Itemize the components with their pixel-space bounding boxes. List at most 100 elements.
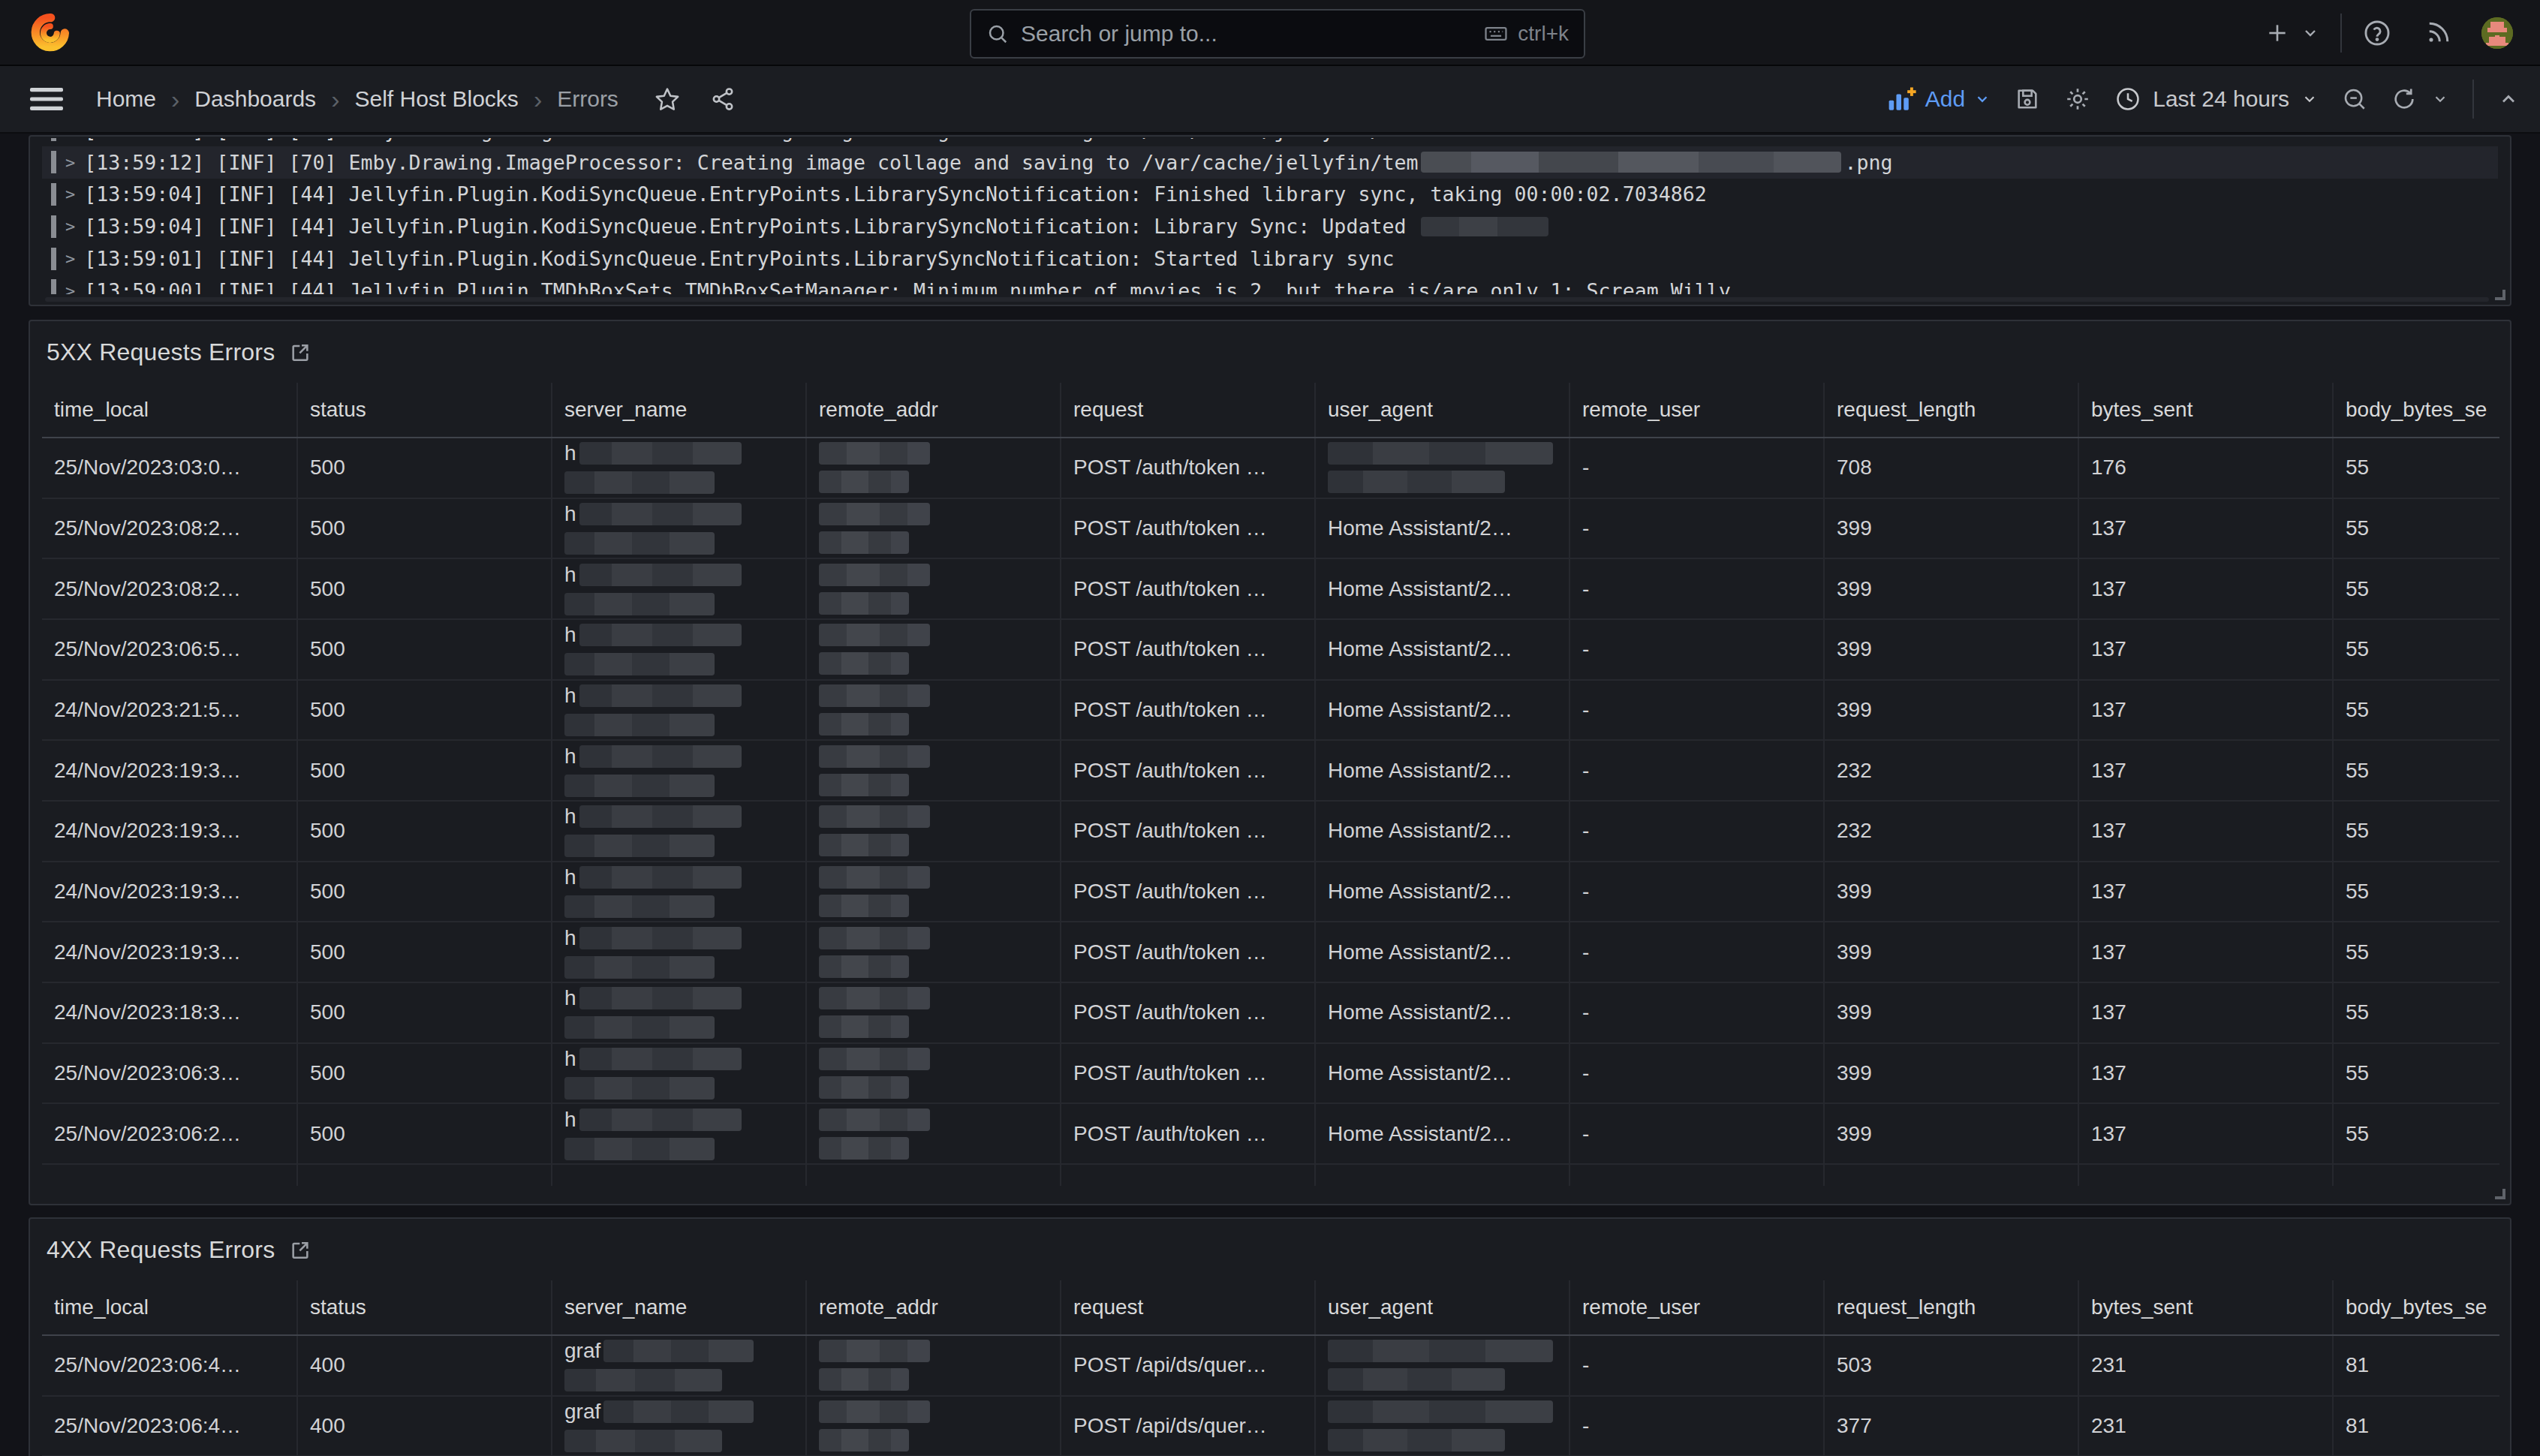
column-header-remote_addr[interactable]: remote_addr xyxy=(805,383,1060,437)
cell-text: 399 xyxy=(1837,577,1872,601)
redacted-text xyxy=(579,745,742,768)
column-header-body_bytes_se[interactable]: body_bytes_se xyxy=(2332,383,2499,437)
cell-time_local: 24/Nov/2023:18:3… xyxy=(42,983,296,1042)
column-header-request_length[interactable]: request_length xyxy=(1823,1280,2078,1334)
log-text: [13:59:12] [INF] [70] Emby.Drawing.Image… xyxy=(84,151,1418,174)
cell-text: 24/Nov/2023:18:3… xyxy=(54,1000,241,1024)
column-header-bytes_sent[interactable]: bytes_sent xyxy=(2078,383,2332,437)
cell-body_bytes_sent: 55 xyxy=(2332,741,2499,800)
cell-body_bytes_sent: 81 xyxy=(2332,1336,2499,1395)
cell-request: POST /auth/token … xyxy=(1060,983,1314,1042)
external-link-icon[interactable] xyxy=(288,340,312,364)
help-button[interactable] xyxy=(2363,19,2391,47)
cell-text: Home Assistant/2… xyxy=(1328,637,1512,661)
log-row[interactable]: >[13:59:12] [INF] [70] Emby.Drawing.Imag… xyxy=(42,138,2498,146)
log-expand-chevron[interactable]: > xyxy=(65,249,75,268)
cell-text: 25/Nov/2023:08:2… xyxy=(54,516,241,540)
column-header-time_local[interactable]: time_local xyxy=(42,383,296,437)
panel-resize-handle[interactable] xyxy=(2495,290,2505,300)
cell-text: 24/Nov/2023:19:3… xyxy=(54,759,241,783)
time-range-picker[interactable]: Last 24 hours xyxy=(2115,86,2318,112)
collapse-toolbar-button[interactable] xyxy=(2498,89,2519,110)
breadcrumb-folder[interactable]: Self Host Blocks xyxy=(354,86,518,112)
column-header-server_name[interactable]: server_name xyxy=(551,383,805,437)
external-link-icon[interactable] xyxy=(288,1238,312,1262)
log-expand-chevron[interactable]: > xyxy=(65,217,75,236)
breadcrumb-dashboards[interactable]: Dashboards xyxy=(194,86,316,112)
avatar[interactable] xyxy=(2481,17,2513,49)
column-header-request[interactable]: request xyxy=(1060,383,1314,437)
column-header-remote_user[interactable]: remote_user xyxy=(1569,383,1823,437)
cell-server_name: h xyxy=(551,1044,805,1103)
log-level-bar xyxy=(51,183,56,206)
log-row[interactable]: >[13:59:00] [INF] [44] Jellyfin.Plugin.T… xyxy=(42,275,2498,294)
table-row: 25/Nov/2023:06:5…500hPOST /auth/token …H… xyxy=(42,620,2499,681)
column-header-remote_addr[interactable]: remote_addr xyxy=(805,1280,1060,1334)
redacted-text xyxy=(819,834,909,856)
redacted-text xyxy=(819,1137,909,1160)
add-button[interactable]: Add xyxy=(1886,86,1991,113)
column-header-time_local[interactable]: time_local xyxy=(42,1280,296,1334)
cell-remote_user: - xyxy=(1569,1104,1823,1163)
cell-text: Home Assistant/2… xyxy=(1328,1061,1512,1085)
log-row[interactable]: > [13:59:12] [INF] [70] Emby.Drawing.Imag… xyxy=(42,146,2498,179)
cell-user_agent: Home Assistant/2… xyxy=(1314,499,1569,558)
log-expand-chevron[interactable]: > xyxy=(65,138,75,140)
log-row[interactable]: >[13:59:04] [INF] [44] Jellyfin.Plugin.K… xyxy=(42,210,2498,242)
column-header-bytes_sent[interactable]: bytes_sent xyxy=(2078,1280,2332,1334)
table-row: 25/Nov/2023:08:2…500hPOST /auth/token …H… xyxy=(42,499,2499,560)
new-button[interactable] xyxy=(2265,21,2289,45)
log-row[interactable]: >[13:59:04] [INF] [44] Jellyfin.Plugin.K… xyxy=(42,179,2498,211)
save-dashboard-button[interactable] xyxy=(2015,86,2040,112)
cell-server_name: h xyxy=(551,499,805,558)
cell-request_length: 399 xyxy=(1823,1044,2078,1103)
column-header-request[interactable]: request xyxy=(1060,1280,1314,1334)
column-header-user_agent[interactable]: user_agent xyxy=(1314,383,1569,437)
column-header-server_name[interactable]: server_name xyxy=(551,1280,805,1334)
panel-4xx-requests-errors: 4XX Requests Errors time_localstatusserv… xyxy=(29,1217,2511,1456)
log-expand-chevron[interactable]: > xyxy=(65,185,75,203)
cell-text: 25/Nov/2023:06:3… xyxy=(54,1061,241,1085)
mega-menu-button[interactable] xyxy=(30,88,63,110)
share-button[interactable] xyxy=(710,86,736,112)
table-row: 25/Nov/2023:08:2…500hPOST /auth/token …H… xyxy=(42,559,2499,620)
refresh-button[interactable] xyxy=(2391,86,2417,112)
cell-remote_user: - xyxy=(1569,862,1823,922)
column-header-status[interactable]: status xyxy=(296,383,551,437)
redacted-text xyxy=(819,1048,930,1070)
grafana-logo[interactable] xyxy=(30,12,69,54)
column-header-remote_user[interactable]: remote_user xyxy=(1569,1280,1823,1334)
cell-text: 137 xyxy=(2091,1061,2126,1085)
cell-bytes_sent: 137 xyxy=(2078,862,2332,922)
panel-title[interactable]: 4XX Requests Errors xyxy=(47,1236,275,1264)
column-header-body_bytes_se[interactable]: body_bytes_se xyxy=(2332,1280,2499,1334)
news-button[interactable] xyxy=(2424,20,2451,47)
redacted-text xyxy=(1328,471,1505,493)
zoom-out-button[interactable] xyxy=(2342,86,2367,112)
redacted-text xyxy=(819,652,909,675)
cell-text: - xyxy=(1582,516,1589,540)
column-header-request_length[interactable]: request_length xyxy=(1823,383,2078,437)
refresh-interval-chevron[interactable] xyxy=(2432,91,2448,107)
cell-request_length: 503 xyxy=(1823,1336,2078,1395)
panel-resize-handle[interactable] xyxy=(2495,1189,2505,1199)
column-header-user_agent[interactable]: user_agent xyxy=(1314,1280,1569,1334)
panel-title[interactable]: 5XX Requests Errors xyxy=(47,338,275,366)
redacted-text xyxy=(819,987,930,1009)
log-row[interactable]: >[13:59:01] [INF] [44] Jellyfin.Plugin.K… xyxy=(42,242,2498,275)
table-row: 25/Nov/2023:03:0…500hPOST /auth/token …-… xyxy=(42,438,2499,499)
cell-text: - xyxy=(1582,1000,1589,1024)
column-header-status[interactable]: status xyxy=(296,1280,551,1334)
redacted-text xyxy=(564,593,715,615)
favorite-button[interactable] xyxy=(655,86,680,112)
redacted-text xyxy=(579,1109,742,1131)
cell-time_local: 24/Nov/2023:19:3… xyxy=(42,862,296,922)
log-expand-chevron[interactable]: > xyxy=(65,281,75,294)
log-expand-chevron[interactable]: > xyxy=(65,153,75,172)
new-dropdown-chevron[interactable] xyxy=(2301,24,2319,42)
breadcrumb-home[interactable]: Home xyxy=(96,86,156,112)
horizontal-scrollbar[interactable] xyxy=(45,297,2489,302)
dashboard-settings-button[interactable] xyxy=(2064,86,2091,113)
search-input[interactable]: Search or jump to... ctrl+k xyxy=(970,9,1585,59)
redacted-text xyxy=(819,927,930,949)
